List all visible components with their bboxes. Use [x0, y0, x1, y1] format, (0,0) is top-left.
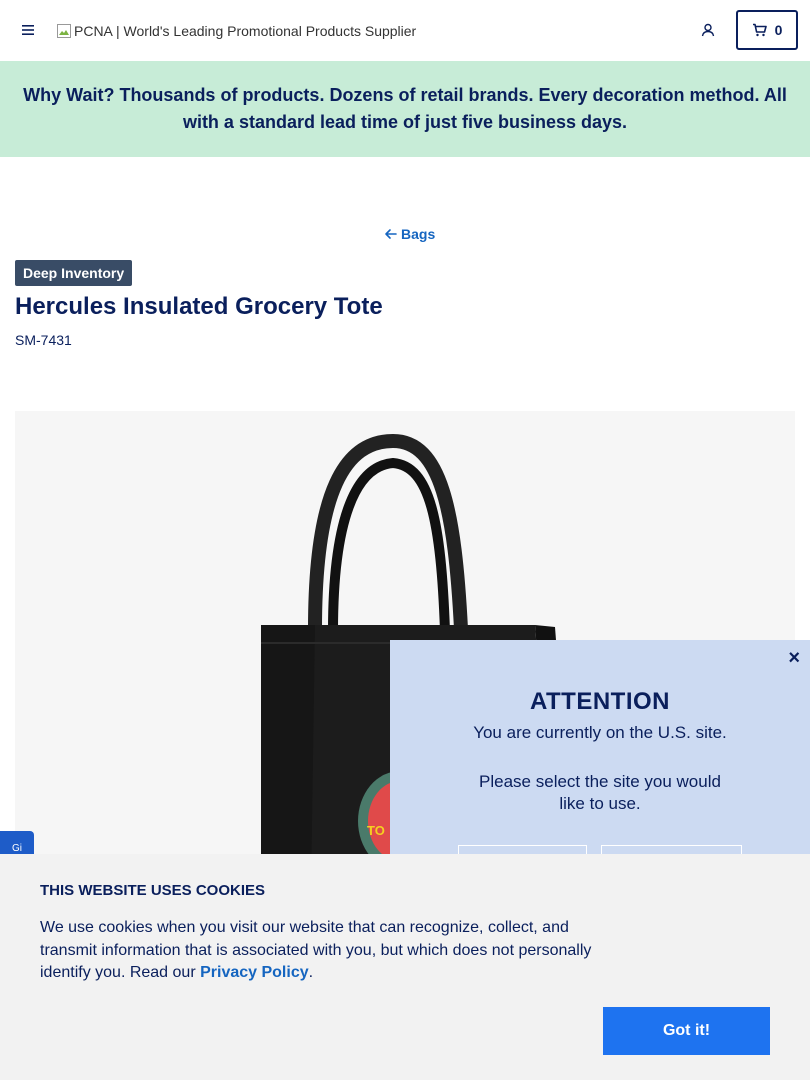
arrow-left-icon	[385, 229, 397, 239]
cookie-title: THIS WEBSITE USES COOKIES	[40, 882, 266, 899]
promo-banner: Why Wait? Thousands of products. Dozens …	[0, 61, 810, 157]
cookie-text: We use cookies when you visit our websit…	[40, 917, 605, 985]
site-selection-modal: × ATTENTION You are currently on the U.S…	[390, 640, 810, 881]
inventory-badge: Deep Inventory	[15, 260, 133, 286]
cart-count: 0	[774, 22, 783, 38]
accept-cookies-button[interactable]: Got it!	[603, 1007, 770, 1055]
cart-icon	[752, 23, 767, 37]
modal-title: ATTENTION	[529, 688, 671, 715]
close-icon[interactable]: ×	[788, 648, 800, 668]
modal-select-site-text: Please select the site you would like to…	[479, 772, 721, 813]
feedback-tab-label: Gi	[12, 843, 22, 854]
cookie-banner: THIS WEBSITE USES COOKIES We use cookies…	[0, 854, 810, 1080]
privacy-policy-link[interactable]: Privacy Policy	[200, 964, 309, 981]
cookie-text-end: .	[308, 964, 314, 981]
product-sku: SM-7431	[15, 332, 72, 348]
broken-image-icon	[57, 24, 71, 38]
back-link-label: Bags	[401, 226, 436, 242]
menu-button[interactable]	[18, 20, 38, 40]
hamburger-icon	[22, 25, 34, 35]
user-icon	[701, 23, 715, 37]
modal-current-site-text: You are currently on the U.S. site.	[473, 723, 727, 742]
product-title: Hercules Insulated Grocery Tote	[15, 293, 383, 320]
cookie-body-text: We use cookies when you visit our websit…	[40, 919, 592, 981]
logo-alt-text: PCNA | World's Leading Promotional Produ…	[74, 23, 417, 39]
svg-text:TO: TO	[367, 823, 385, 838]
account-button[interactable]	[697, 19, 719, 41]
back-to-category-link[interactable]: Bags	[384, 226, 435, 242]
promo-text: Why Wait? Thousands of products. Dozens …	[23, 85, 787, 132]
site-header: PCNA | World's Leading Promotional Produ…	[0, 0, 810, 61]
cart-button[interactable]: 0	[736, 10, 798, 50]
site-logo[interactable]: PCNA | World's Leading Promotional Produ…	[56, 20, 416, 42]
